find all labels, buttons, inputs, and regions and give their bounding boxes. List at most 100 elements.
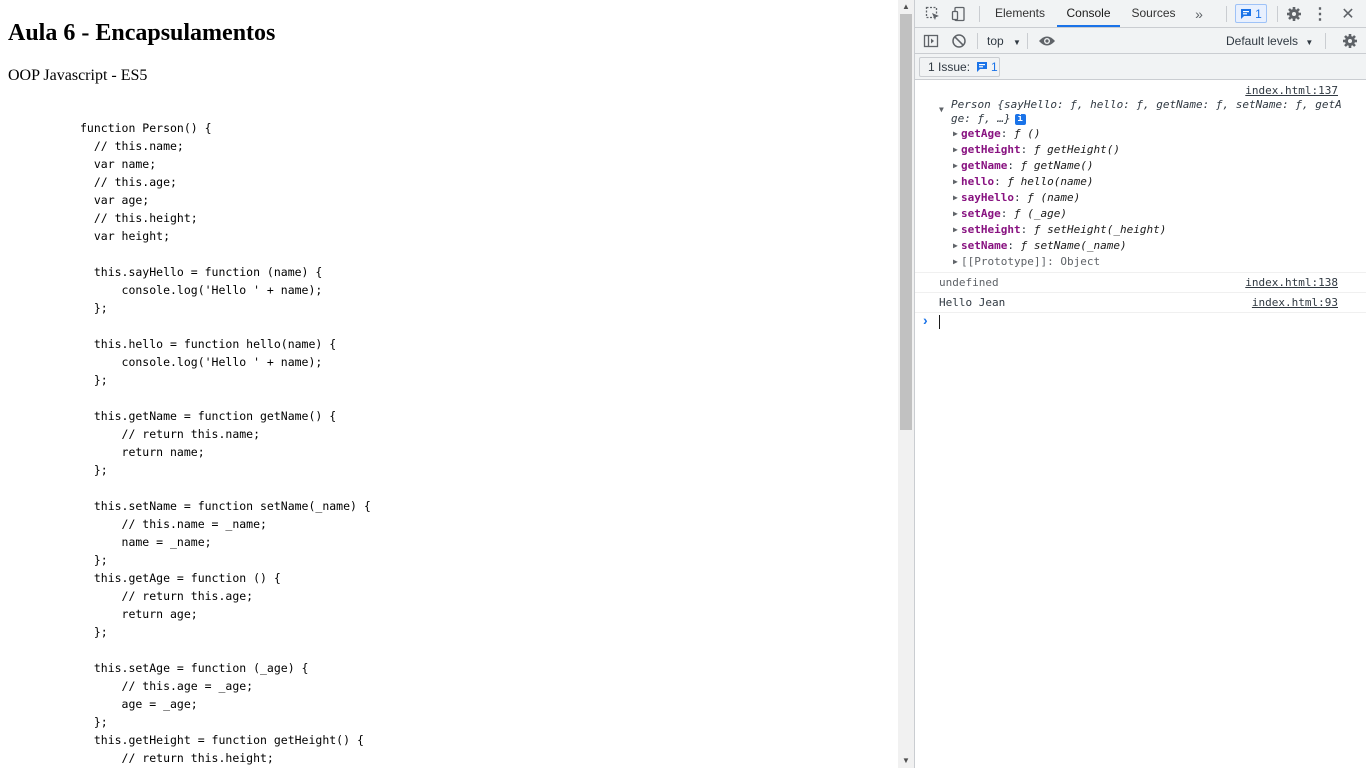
row-divider [915,272,1366,273]
gear-icon[interactable] [1284,4,1304,24]
issues-label: 1 Issue: [928,60,971,74]
tab-console[interactable]: Console [1057,0,1120,27]
sidebar-toggle-icon[interactable] [921,31,941,51]
object-property-setheight[interactable]: ▶ setHeight: ƒ setHeight(_height) [953,222,1166,238]
scroll-down-arrow-icon[interactable]: ▼ [898,754,914,768]
toolbar-divider [979,6,980,22]
object-property-setage[interactable]: ▶ setAge: ƒ (_age) [953,206,1067,222]
property-key: getName [961,159,1008,172]
messages-count: 1 [1255,6,1262,21]
object-property-sayhello[interactable]: ▶ sayHello: ƒ (name) [953,190,1080,206]
scrollbar-thumb[interactable] [900,14,912,430]
source-link[interactable]: index.html:93 [1252,296,1338,309]
source-link[interactable]: index.html:138 [1245,276,1338,289]
console-message-undefined: undefined [939,276,999,289]
code-block: function Person() { // this.name; var na… [80,119,371,767]
console-settings-gear-icon[interactable] [1340,31,1360,51]
object-property-getname[interactable]: ▶ getName: ƒ getName() [953,158,1093,174]
code-line: // this.age = _age; [80,679,254,693]
expand-triangle-icon[interactable]: ▶ [953,142,961,158]
code-line: this.getHeight = function getHeight() { [80,733,364,747]
object-property-getheight[interactable]: ▶ getHeight: ƒ getHeight() [953,142,1120,158]
context-select[interactable]: top ▼ [987,33,1021,49]
device-toolbar-icon[interactable] [949,4,969,24]
expand-triangle-icon[interactable]: ▶ [953,254,961,270]
code-line: this.getAge = function () { [80,571,281,585]
page-scrollbar[interactable]: ▲ ▼ [898,0,914,768]
object-property-getage[interactable]: ▶ getAge: ƒ () [953,126,1041,142]
close-icon[interactable]: ✕ [1338,4,1358,24]
expand-triangle-icon[interactable]: ▶ [953,174,961,190]
expand-triangle-icon[interactable]: ▶ [953,126,961,142]
property-value: ƒ setHeight(_height) [1033,223,1167,236]
property-value: ƒ () [1014,127,1041,140]
clear-console-icon[interactable] [949,31,969,51]
object-property-hello[interactable]: ▶ hello: ƒ hello(name) [953,174,1093,190]
row-divider [915,312,1366,313]
code-line: this.hello = function hello(name) { [80,337,337,351]
prototype-property[interactable]: ▶ [[Prototype]]: Object [953,254,1100,270]
tab-sources[interactable]: Sources [1124,0,1183,27]
console-input-caret[interactable] [939,315,940,329]
property-separator: : [1000,127,1014,140]
code-line: // return this.age; [80,589,254,603]
property-value: ƒ getName() [1020,159,1094,172]
expand-triangle-icon[interactable]: ▶ [953,238,961,254]
more-options-icon[interactable]: ⋮ [1312,4,1328,24]
page-subtitle: OOP Javascript - ES5 [8,67,148,84]
code-line: var height; [80,229,171,243]
info-icon[interactable]: i [1014,113,1026,125]
code-line: }; [80,373,108,387]
expand-triangle-icon[interactable]: ▶ [953,158,961,174]
toolbar-divider [1027,33,1028,49]
property-key: setName [961,239,1008,252]
code-line: // this.name; [80,139,184,153]
tab-elements[interactable]: Elements [988,0,1052,27]
code-line: // this.name = _name; [80,517,267,531]
code-line: }; [80,625,108,639]
property-key: hello [961,175,995,188]
code-line: // this.age; [80,175,177,189]
code-line: return name; [80,445,205,459]
code-line: this.getName = function getName() { [80,409,337,423]
message-icon [1241,8,1252,19]
expand-triangle-icon[interactable]: ▶ [953,222,961,238]
expand-triangle-icon[interactable]: ▶ [953,190,961,206]
expand-triangle-icon[interactable]: ▶ [953,206,961,222]
message-icon [977,62,988,72]
issues-button[interactable]: 1 Issue: 1 [919,57,1000,77]
prototype-label: [[Prototype]]: Object [961,255,1101,268]
code-line: age = _age; [80,697,198,711]
inspect-element-icon[interactable] [923,4,943,24]
messages-badge[interactable]: 1 [1235,4,1267,23]
property-key: setHeight [961,223,1021,236]
property-value: ƒ getHeight() [1033,143,1120,156]
code-line: name = _name; [80,535,212,549]
expand-triangle-icon[interactable]: ▼ [939,105,944,114]
property-value: ƒ (_age) [1014,207,1067,220]
code-line: this.setAge = function (_age) { [80,661,309,675]
code-line: console.log('Hello ' + name); [80,283,323,297]
page-title: Aula 6 - Encapsulamentos [8,20,276,46]
eye-icon[interactable] [1036,31,1058,51]
property-separator: : [1013,191,1028,204]
property-separator: : [994,175,1008,188]
code-line: this.setName = function setName(_name) { [80,499,371,513]
chevron-double-right-icon[interactable]: » [1187,4,1211,24]
console-prompt-chevron-icon: › [923,312,928,328]
code-line: }; [80,301,108,315]
object-property-setname[interactable]: ▶ setName: ƒ setName(_name) [953,238,1127,254]
toolbar-divider [1277,6,1278,22]
source-link[interactable]: index.html:137 [1245,84,1338,97]
object-summary[interactable]: Person {sayHello: ƒ, hello: ƒ, getName: … [951,98,1342,126]
property-value: ƒ (name) [1027,191,1081,204]
log-levels-select[interactable]: Default levels ▼ [1226,33,1313,49]
property-value: ƒ setName(_name) [1020,239,1127,252]
scroll-up-arrow-icon[interactable]: ▲ [898,0,914,14]
context-select-value: top [987,34,1004,48]
code-line: }; [80,463,108,477]
